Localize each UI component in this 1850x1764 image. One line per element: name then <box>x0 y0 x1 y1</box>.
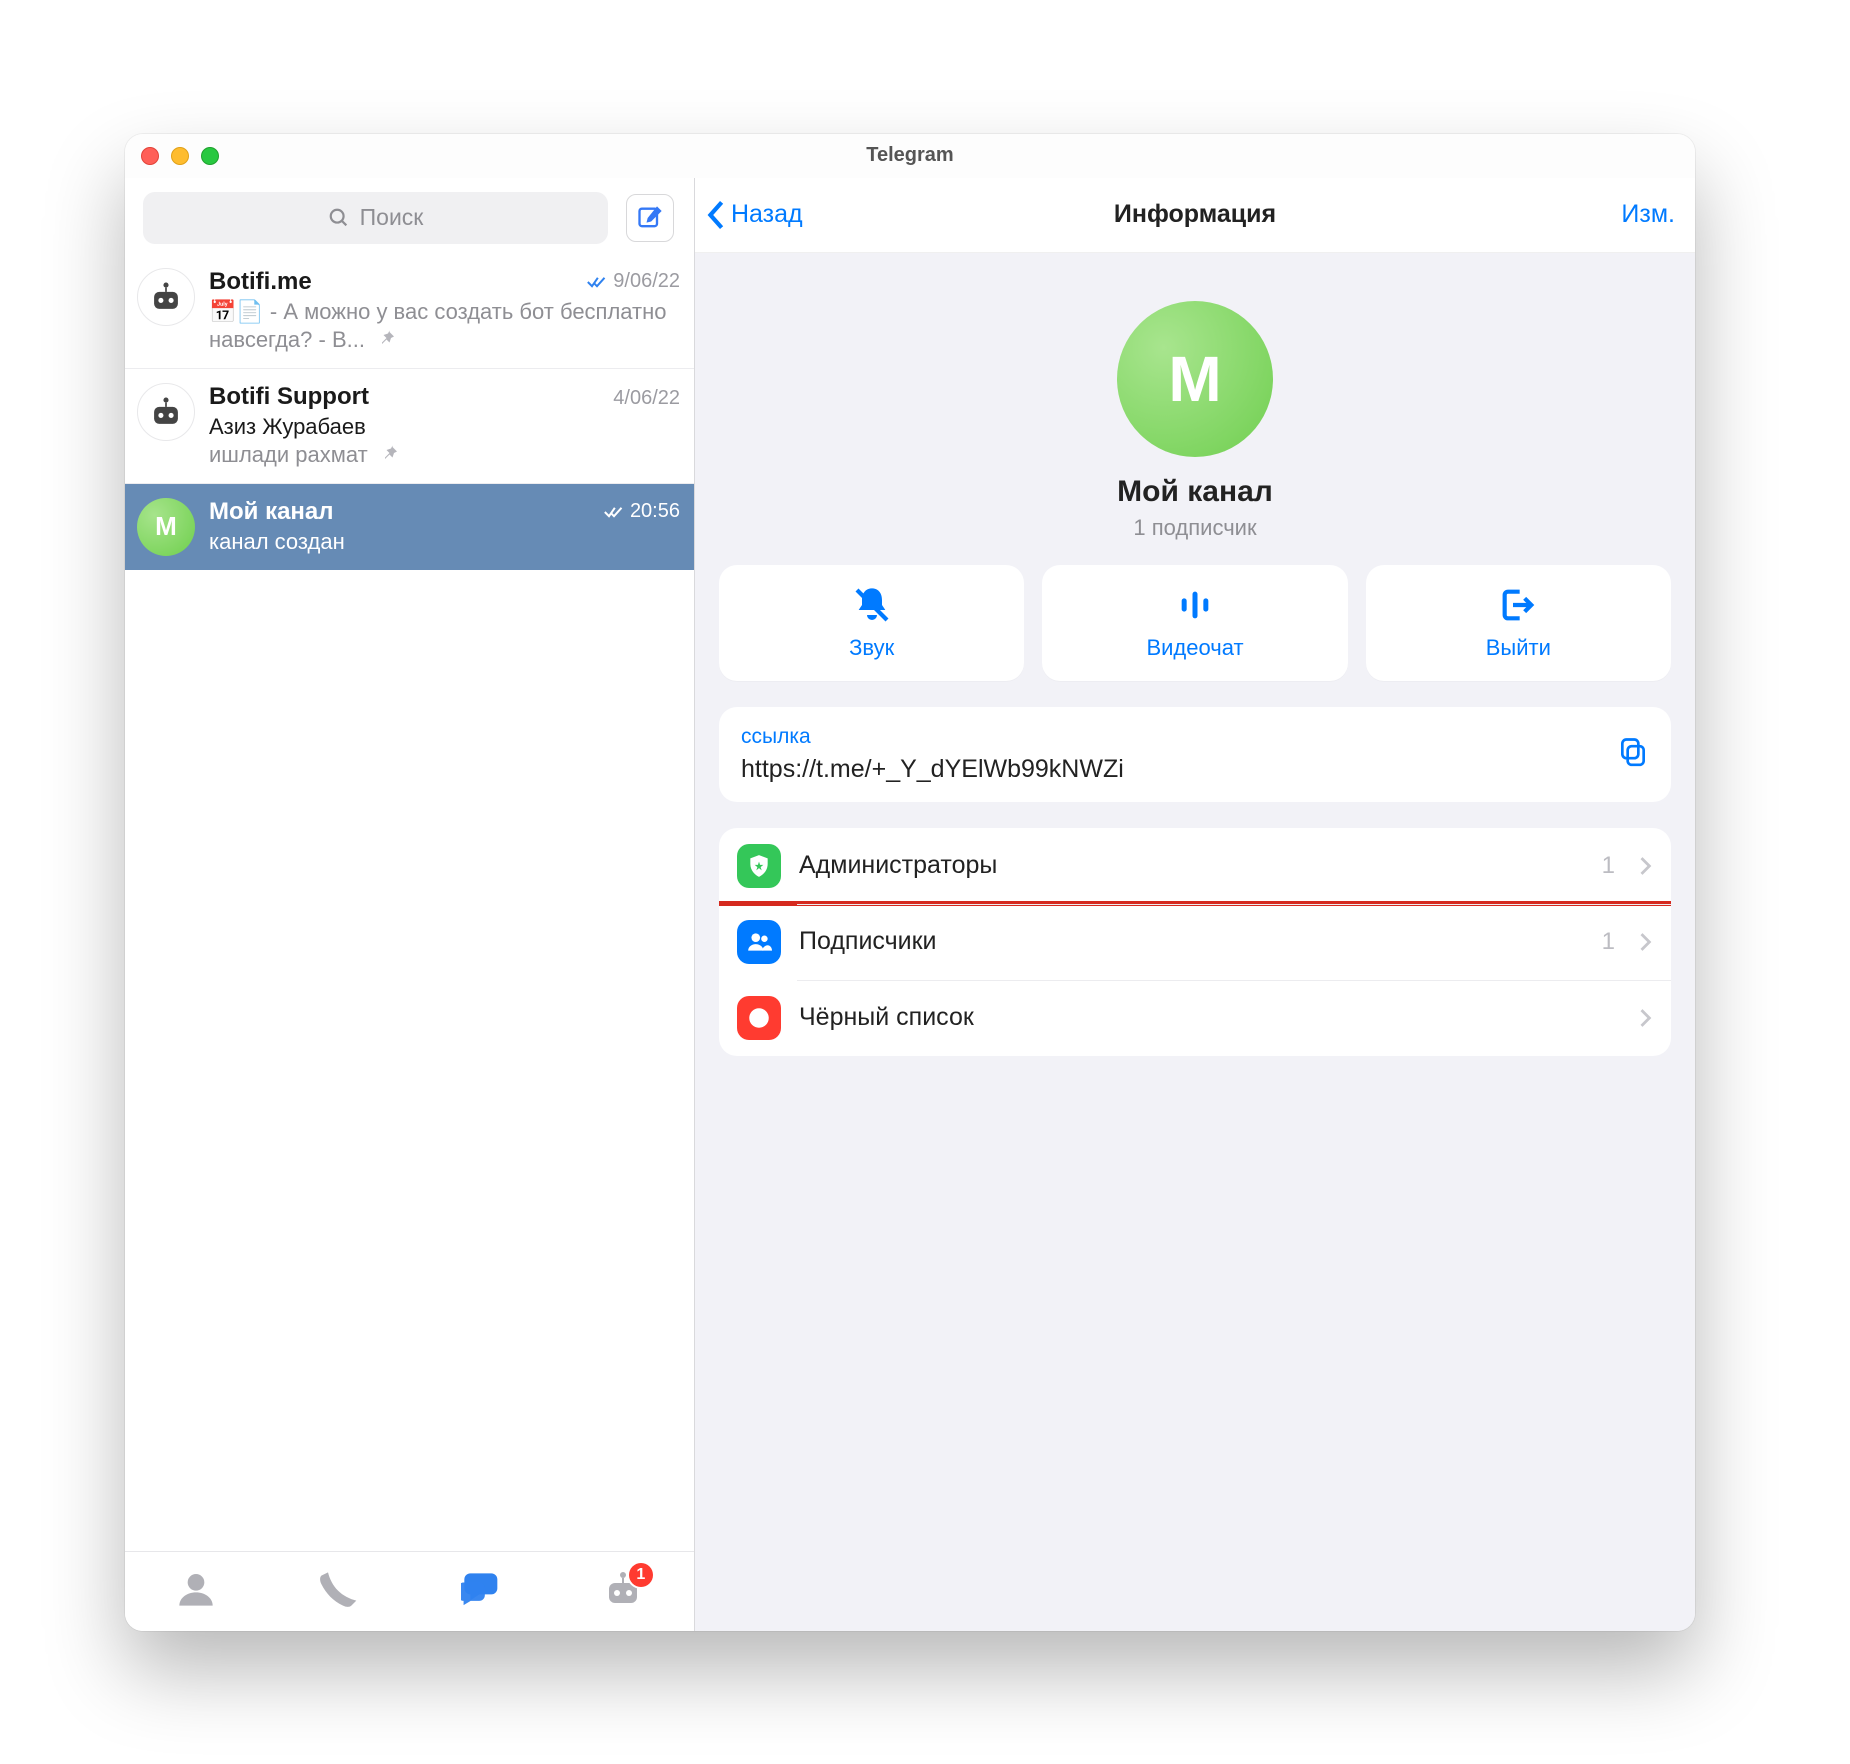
channel-avatar[interactable]: М <box>1117 301 1273 457</box>
search-input[interactable]: Поиск <box>143 192 608 244</box>
tab-contacts[interactable] <box>176 1569 216 1614</box>
bot-icon <box>149 280 183 314</box>
action-row: Звук Видеочат Выйти <box>719 565 1671 681</box>
row-label: Подписчики <box>799 927 1584 956</box>
back-label: Назад <box>731 200 803 229</box>
search-placeholder: Поиск <box>360 204 424 231</box>
copy-link-button[interactable] <box>1617 736 1649 773</box>
app-window: Telegram Поиск <box>125 134 1695 1631</box>
action-leave[interactable]: Выйти <box>1366 565 1671 681</box>
action-sound[interactable]: Звук <box>719 565 1024 681</box>
calls-icon <box>318 1569 358 1609</box>
row-label: Администраторы <box>799 851 1584 880</box>
chat-time: 4/06/22 <box>613 387 680 410</box>
search-icon <box>328 207 350 229</box>
sidebar-top: Поиск <box>125 178 694 254</box>
compose-icon <box>636 204 664 232</box>
edit-button[interactable]: Изм. <box>1621 200 1675 229</box>
chat-preview: канал создан <box>209 528 680 556</box>
chat-time: 20:56 <box>604 500 680 523</box>
subscribers-icon <box>737 920 781 964</box>
compose-button[interactable] <box>626 194 674 242</box>
read-status-icon <box>587 275 607 289</box>
row-subscribers[interactable]: Подписчики 1 <box>719 904 1671 980</box>
copy-icon <box>1617 736 1649 768</box>
chat-name: Botifi.me <box>209 268 312 296</box>
chevron-right-icon <box>1639 857 1653 875</box>
info-panel: Назад Информация Изм. М Мой канал 1 подп… <box>695 178 1695 1631</box>
row-count: 1 <box>1602 852 1615 880</box>
chat-time: 9/06/22 <box>587 270 680 293</box>
invite-link-value: https://t.me/+_Y_dYElWb99kNWZi <box>741 755 1649 784</box>
window-title: Telegram <box>125 144 1695 167</box>
tab-calls[interactable] <box>318 1569 358 1614</box>
action-videochat[interactable]: Видеочат <box>1042 565 1347 681</box>
pin-icon <box>382 442 400 467</box>
titlebar: Telegram <box>125 134 1695 178</box>
chat-preview: 📅📄 - А можно у вас создать бот бесплатно… <box>209 298 680 354</box>
info-title: Информация <box>1114 200 1276 229</box>
chevron-right-icon <box>1639 933 1653 951</box>
back-button[interactable]: Назад <box>707 200 803 229</box>
profile-block: М Мой канал 1 подписчик <box>719 301 1671 541</box>
chat-preview: Азиз Журабаев ишлади рахмат <box>209 413 680 469</box>
blacklist-icon <box>737 996 781 1040</box>
invite-link-label: ссылка <box>741 725 1649 749</box>
avatar: М <box>137 498 195 556</box>
chat-item-botifi-me[interactable]: Botifi.me 9/06/22 📅📄 - А можно у вас соз… <box>125 254 694 369</box>
contact-icon <box>176 1569 216 1609</box>
row-count: 1 <box>1602 928 1615 956</box>
pin-icon <box>379 327 397 352</box>
info-header: Назад Информация Изм. <box>695 178 1695 253</box>
row-administrators[interactable]: Администраторы 1 <box>719 828 1671 904</box>
info-body: М Мой канал 1 подписчик Звук Видеочат <box>695 253 1695 1631</box>
tab-bots[interactable]: 1 <box>603 1569 643 1614</box>
voice-chat-icon <box>1175 585 1215 625</box>
avatar-letter: М <box>155 511 177 542</box>
chat-name: Мой канал <box>209 498 334 526</box>
action-label: Выйти <box>1486 635 1551 661</box>
tab-bots-badge: 1 <box>629 1563 653 1587</box>
leave-icon <box>1498 585 1538 625</box>
invite-link-card[interactable]: ссылка https://t.me/+_Y_dYElWb99kNWZi <box>719 707 1671 802</box>
chat-list: Botifi.me 9/06/22 📅📄 - А можно у вас соз… <box>125 254 694 1551</box>
mute-icon <box>852 585 892 625</box>
tab-chats[interactable] <box>461 1569 501 1614</box>
avatar-letter: М <box>1168 342 1221 416</box>
sidebar: Поиск Botifi.me <box>125 178 695 1631</box>
chats-icon <box>461 1569 501 1609</box>
row-blacklist[interactable]: Чёрный список <box>719 980 1671 1056</box>
action-label: Видеочат <box>1146 635 1243 661</box>
row-label: Чёрный список <box>799 1003 1597 1032</box>
channel-subtitle: 1 подписчик <box>1133 515 1256 541</box>
chat-item-my-channel[interactable]: М Мой канал 20:56 канал создан <box>125 484 694 570</box>
channel-name: Мой канал <box>1117 475 1273 509</box>
chat-name: Botifi Support <box>209 383 369 411</box>
chevron-left-icon <box>707 201 725 229</box>
manage-card: Администраторы 1 Подписчики 1 <box>719 828 1671 1056</box>
admins-icon <box>737 844 781 888</box>
read-status-icon <box>604 505 624 519</box>
avatar <box>137 268 195 326</box>
avatar <box>137 383 195 441</box>
bot-icon <box>149 395 183 429</box>
chevron-right-icon <box>1639 1009 1653 1027</box>
action-label: Звук <box>849 635 894 661</box>
chat-item-botifi-support[interactable]: Botifi Support 4/06/22 Азиз Журабаев ишл… <box>125 369 694 484</box>
tabbar: 1 <box>125 1551 694 1631</box>
